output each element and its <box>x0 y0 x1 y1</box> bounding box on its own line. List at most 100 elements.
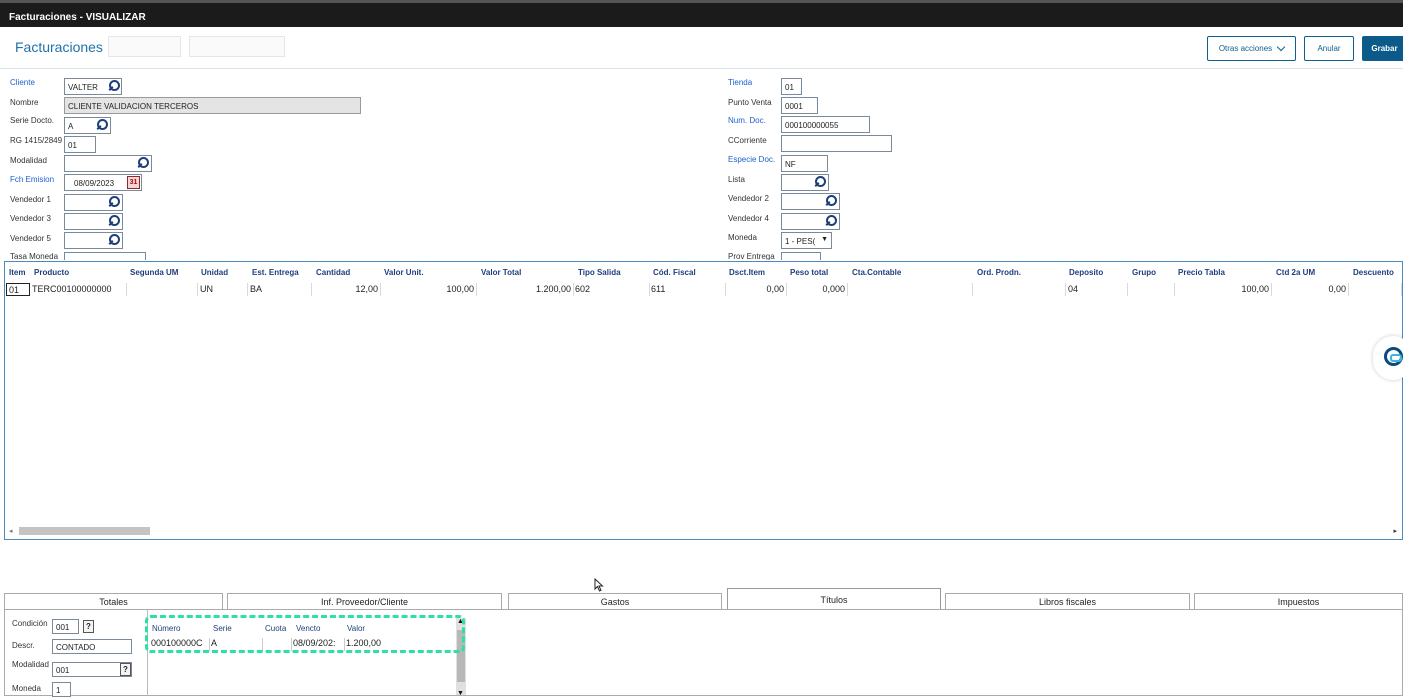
cell-segunda-um[interactable] <box>127 283 198 296</box>
rg-field[interactable]: 01 <box>64 136 96 153</box>
tab-inf-proveedor-cliente[interactable]: Inf. Proveedor/Cliente <box>227 593 502 610</box>
col-header[interactable]: Ctd 2a UM <box>1276 268 1315 277</box>
col-header[interactable]: Segunda UM <box>130 268 178 277</box>
tab-titulos[interactable]: Títulos <box>727 588 941 610</box>
cell-unidad[interactable]: UN <box>198 283 248 296</box>
cell-cantidad[interactable]: 12,00 <box>312 283 381 296</box>
tasa-moneda-label: Tasa Moneda <box>10 252 59 260</box>
cell-peso-total[interactable]: 0,000 <box>787 283 848 296</box>
ccorriente-label: CCorriente <box>728 136 767 145</box>
prov-entrega-field[interactable] <box>781 252 821 260</box>
ccorriente-field[interactable] <box>781 135 892 152</box>
punto-venta-field[interactable]: 0001 <box>781 97 818 114</box>
tab-gastos[interactable]: Gastos <box>508 593 722 610</box>
grabar-button[interactable]: Grabar <box>1362 36 1403 61</box>
modalidad-label: Modalidad <box>10 156 47 165</box>
cell-valor-unit[interactable]: 100,00 <box>381 283 477 296</box>
col-header[interactable]: Producto <box>34 268 69 277</box>
cell-ord-prodn[interactable] <box>973 283 1066 296</box>
num-doc-label: Num. Doc. <box>728 116 766 125</box>
col-header[interactable]: Precio Tabla <box>1178 268 1225 277</box>
tienda-field[interactable]: 01 <box>781 78 802 95</box>
col-header[interactable]: Descuento <box>1353 268 1394 277</box>
col-header[interactable]: Unidad <box>201 268 228 277</box>
invoice-header-form: Cliente VALTER Nombre CLIENTE VALIDACION… <box>0 70 1403 260</box>
search-icon[interactable] <box>109 215 120 226</box>
cell-deposito[interactable]: 04 <box>1066 283 1128 296</box>
col-header[interactable]: Valor Unit. <box>384 268 424 277</box>
search-icon[interactable] <box>109 80 120 91</box>
tab-totales[interactable]: Totales <box>4 593 223 610</box>
cell-dsct-item[interactable]: 0,00 <box>726 283 787 296</box>
cell-descuento[interactable] <box>1349 283 1402 296</box>
anular-button[interactable]: Anular <box>1304 36 1354 61</box>
search-icon[interactable] <box>97 119 108 130</box>
moneda-select[interactable]: 1 - PES( ▼ <box>781 232 832 249</box>
descr-label: Descr. <box>12 641 35 650</box>
help-question-icon[interactable]: ? <box>83 620 94 633</box>
search-icon[interactable] <box>109 234 120 245</box>
cell-grupo[interactable] <box>1128 283 1175 296</box>
horizontal-scrollbar[interactable]: ◂ ▸ <box>6 526 1401 536</box>
calendar-icon[interactable]: 31 <box>127 176 140 189</box>
search-icon[interactable] <box>109 196 120 207</box>
tab-impuestos[interactable]: Impuestos <box>1194 593 1403 610</box>
tab-libros-fiscales[interactable]: Libros fiscales <box>945 593 1190 610</box>
vendedor5-label: Vendedor 5 <box>10 234 51 243</box>
nombre-label: Nombre <box>10 98 39 107</box>
especie-doc-label: Especie Doc. <box>728 155 776 164</box>
otras-acciones-label: Otras acciones <box>1218 44 1273 53</box>
num-doc-field[interactable]: 000100000055 <box>781 116 870 133</box>
punto-venta-label: Punto Venta <box>728 98 772 107</box>
cell-producto[interactable]: TERC00100000000 <box>32 283 127 296</box>
col-header[interactable]: Est. Entrega <box>252 268 299 277</box>
col-header[interactable]: Peso total <box>790 268 828 277</box>
cell-valor-total[interactable]: 1.200,00 <box>477 283 574 296</box>
tasa-moneda-field[interactable] <box>64 252 146 260</box>
scroll-down-icon[interactable]: ▼ <box>457 690 464 697</box>
items-grid: Item Producto Segunda UM Unidad Est. Ent… <box>4 261 1403 540</box>
search-icon[interactable] <box>826 195 837 206</box>
col-header[interactable]: Cód. Fiscal <box>653 268 696 277</box>
cell-ctd-2a-um[interactable]: 0,00 <box>1272 283 1349 296</box>
chat-assistant-button[interactable] <box>1373 336 1403 380</box>
moneda-label: Moneda <box>728 233 757 242</box>
cell-tipo-salida[interactable]: 602 <box>574 283 650 296</box>
scrollbar-thumb[interactable] <box>19 527 150 535</box>
modalidad-label: Modalidad <box>12 660 49 669</box>
moneda-field[interactable]: 1 <box>52 682 71 697</box>
otras-acciones-button[interactable]: Otras acciones <box>1207 36 1296 61</box>
cell-precio-tabla[interactable]: 100,00 <box>1175 283 1272 296</box>
cell-cta-contable[interactable] <box>848 283 973 296</box>
vendedor1-label: Vendedor 1 <box>10 195 51 204</box>
cell-cod-fiscal[interactable]: 611 <box>650 283 726 296</box>
col-header[interactable]: Grupo <box>1132 268 1156 277</box>
col-header[interactable]: Ord. Prodn. <box>977 268 1021 277</box>
col-header[interactable]: Tipo Salida <box>578 268 621 277</box>
lista-label: Lista <box>728 175 745 184</box>
window-title-bar: Facturaciones - VISUALIZAR <box>0 0 1403 27</box>
disabled-button <box>108 36 181 57</box>
page-title: Facturaciones <box>15 39 103 55</box>
col-header[interactable]: Item <box>9 268 25 277</box>
fch-emision-label: Fch Emision <box>10 175 55 184</box>
col-header[interactable]: Cta.Contable <box>852 268 901 277</box>
col-header[interactable]: Dsct.Item <box>729 268 765 277</box>
cell-est-entrega[interactable]: BA <box>248 283 312 296</box>
scroll-right-icon[interactable]: ▸ <box>1393 527 1397 535</box>
search-icon[interactable] <box>815 176 826 187</box>
search-icon[interactable] <box>138 157 149 168</box>
col-header[interactable]: Deposito <box>1069 268 1103 277</box>
scroll-left-icon[interactable]: ◂ <box>9 527 13 535</box>
search-icon[interactable] <box>826 215 837 226</box>
page-header: Facturaciones Otras acciones Anular Grab… <box>0 27 1403 69</box>
condicion-field[interactable]: 001 <box>52 619 79 634</box>
cell-item[interactable]: 01 <box>6 283 30 296</box>
vendedor2-label: Vendedor 2 <box>728 194 769 203</box>
highlight-annotation <box>145 615 465 653</box>
especie-doc-field[interactable]: NF <box>781 155 828 172</box>
col-header[interactable]: Cantidad <box>316 268 350 277</box>
help-question-icon[interactable]: ? <box>120 663 131 676</box>
col-header[interactable]: Valor Total <box>481 268 521 277</box>
vendedor4-label: Vendedor 4 <box>728 214 769 223</box>
